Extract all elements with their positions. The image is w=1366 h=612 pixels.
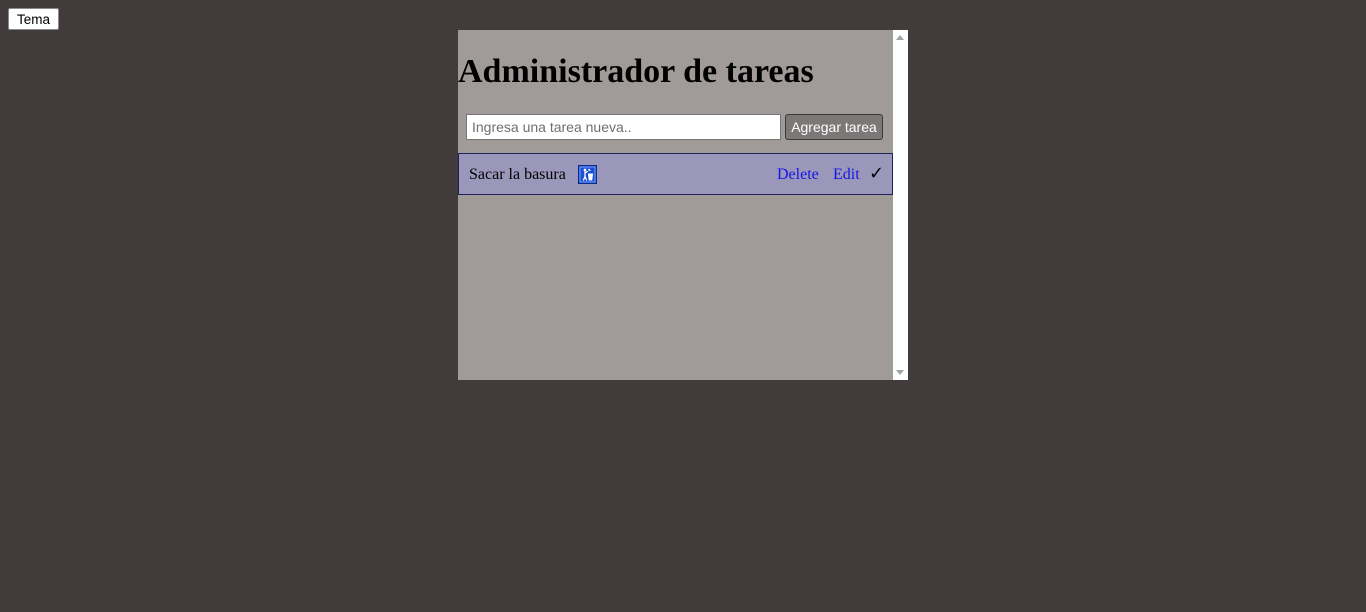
theme-button[interactable]: Tema [8, 8, 59, 30]
complete-task-checkmark[interactable]: ✓ [869, 163, 884, 185]
delete-task-link[interactable]: Delete [777, 165, 819, 185]
edit-task-link[interactable]: Edit [833, 165, 860, 185]
scroll-up-arrow-icon[interactable] [896, 35, 904, 40]
scroll-down-arrow-icon[interactable] [896, 370, 904, 375]
task-list-item: Sacar la basura Delete Edit ✓ [458, 153, 893, 195]
task-text: Sacar la basura [469, 166, 566, 183]
add-task-button[interactable]: Agregar tarea [785, 114, 883, 140]
vertical-scrollbar[interactable] [893, 30, 908, 380]
new-task-input[interactable] [466, 114, 781, 140]
task-manager-content: Administrador de tareas Agregar tarea Sa… [458, 30, 893, 380]
page-title: Administrador de tareas [458, 53, 814, 90]
task-manager-panel: Administrador de tareas Agregar tarea Sa… [458, 30, 908, 380]
trash-disposal-icon [578, 165, 597, 184]
